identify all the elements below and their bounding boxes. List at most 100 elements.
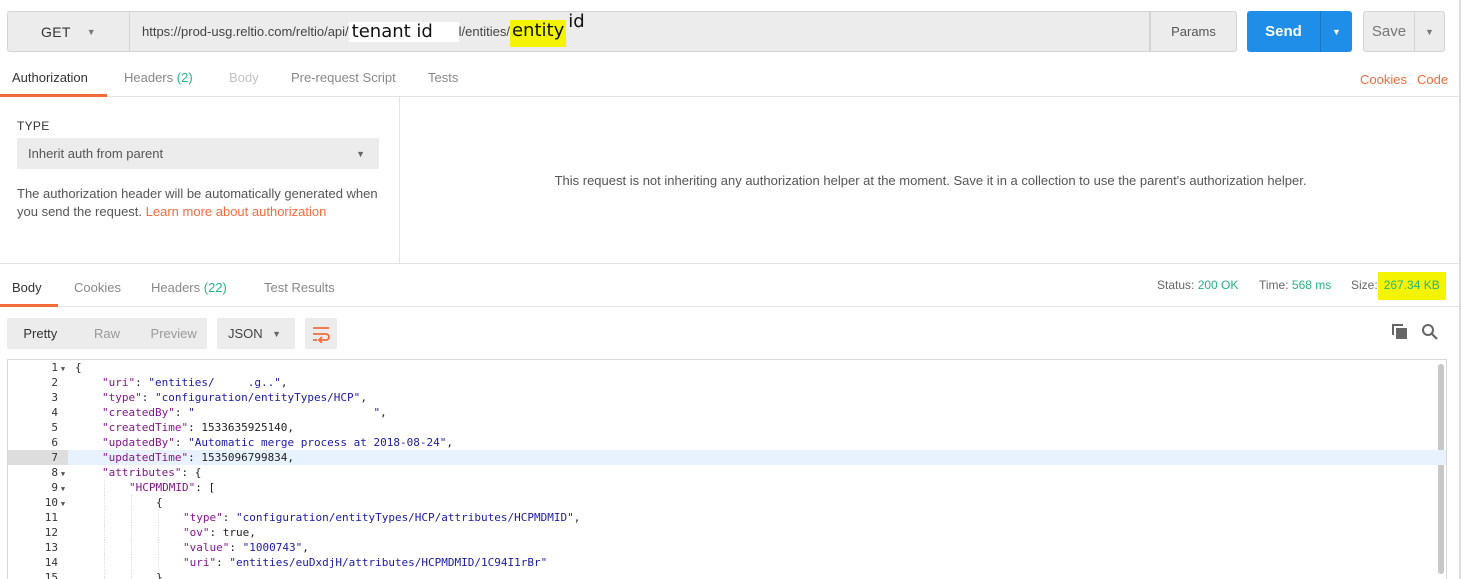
chevron-down-icon: ▼ (272, 328, 281, 339)
params-button[interactable]: Params (1150, 11, 1237, 52)
code-line: 11 "type": "configuration/entityTypes/HCP… (8, 510, 1446, 525)
chevron-down-icon: ▼ (356, 148, 365, 159)
json-token: : (174, 406, 189, 419)
code-text: "updatedTime": 1535096799834, (102, 450, 294, 465)
code-line: 1 ▼ { (8, 360, 1446, 375)
json-token: , (380, 406, 387, 419)
line-number: 2 (51, 376, 58, 389)
tab-authorization[interactable]: Authorization (12, 70, 88, 85)
indent-guide (131, 495, 132, 510)
pretty-button[interactable]: Pretty (7, 318, 74, 349)
line-gutter: 9 ▼ (8, 480, 68, 495)
json-token: , (573, 511, 581, 524)
json-key: "uri" (102, 376, 136, 389)
wrap-lines-button[interactable] (305, 318, 337, 349)
auth-type-label: TYPE (17, 119, 50, 133)
save-dropdown-chevron-icon[interactable]: ▼ (1414, 12, 1444, 51)
line-gutter: 11 (8, 510, 68, 525)
tab-tests[interactable]: Tests (428, 70, 458, 85)
tab-response-cookies[interactable]: Cookies (74, 280, 121, 295)
line-number: 3 (51, 391, 58, 404)
json-key: "updatedTime" (102, 451, 189, 464)
response-actions (1391, 323, 1439, 341)
tab-test-results[interactable]: Test Results (264, 280, 335, 295)
line-number: 6 (51, 436, 58, 449)
learn-more-auth-link[interactable]: Learn more about authorization (146, 204, 327, 219)
indent-guide (104, 555, 105, 570)
status-label: Status: (1157, 278, 1195, 292)
indent-guide (104, 510, 105, 525)
code-line: 7 "updatedTime": 1535096799834, (8, 450, 1446, 465)
json-key: "updatedBy" (102, 436, 175, 449)
view-mode-group: Pretty Raw Preview (7, 318, 207, 349)
copy-icon[interactable] (1391, 323, 1409, 341)
line-gutter: 7 (8, 450, 68, 465)
json-token: : (141, 391, 155, 404)
json-string: " " (188, 406, 381, 419)
tab-headers-label: Headers (124, 70, 174, 85)
line-gutter: 3 (8, 390, 68, 405)
save-button-group: Save ▼ (1363, 11, 1445, 52)
line-gutter: 4 (8, 405, 68, 420)
indent-guide (104, 540, 105, 555)
preview-button[interactable]: Preview (140, 318, 207, 349)
response-body-editor[interactable]: 1 ▼ {2 "uri": "entities/ .g..", 3 "type": "co… (7, 359, 1447, 579)
json-key: "attributes" (102, 466, 182, 479)
json-key: "type" (102, 391, 142, 404)
line-number: 4 (51, 406, 58, 419)
code-line: 2 "uri": "entities/ .g..", (8, 375, 1446, 390)
code-text: }, (156, 570, 169, 579)
json-token: : (229, 541, 243, 554)
format-select[interactable]: JSON ▼ (217, 318, 295, 349)
auth-type-select[interactable]: Inherit auth from parent ▼ (17, 138, 379, 169)
indent-guide (158, 525, 159, 540)
tab-prerequest-script[interactable]: Pre-request Script (291, 70, 396, 85)
code-text: { (75, 360, 82, 375)
tab-body[interactable]: Body (229, 70, 259, 85)
response-tabs: Body Cookies Headers (22) Test Results S… (0, 263, 1461, 307)
indent-guide (131, 510, 132, 525)
line-number: 8 (51, 466, 58, 479)
code-line: 5 "createdTime": 1533635925140, (8, 420, 1446, 435)
code-line: 15}, (8, 570, 1446, 579)
line-gutter: 5 (8, 420, 68, 435)
request-bar: GET ▼ https://prod-usg.reltio.com/reltio… (7, 11, 1237, 52)
cookies-link[interactable]: Cookies (1360, 72, 1407, 87)
code-line: 10 ▼ { (8, 495, 1446, 510)
code-text: "uri": "entities/ .g..", (102, 375, 287, 390)
chevron-down-icon: ▼ (86, 26, 96, 37)
send-dropdown-chevron-icon[interactable]: ▼ (1320, 11, 1352, 52)
time-label: Time: (1259, 278, 1289, 292)
send-button[interactable]: Send (1247, 11, 1320, 52)
json-token: , (280, 376, 288, 389)
save-button[interactable]: Save (1364, 12, 1414, 51)
line-number: 1 (51, 361, 58, 374)
code-link[interactable]: Code (1417, 72, 1448, 87)
line-gutter: 13 (8, 540, 68, 555)
url-input[interactable]: https://prod-usg.reltio.com/reltio/api/t… (129, 11, 1150, 52)
format-value: JSON (228, 326, 263, 341)
time-indicator: Time: 568 ms (1259, 278, 1331, 292)
json-string: "entities/euDxdjH/attributes/HCPMDMID/1C… (229, 556, 548, 569)
search-icon[interactable] (1421, 323, 1439, 341)
url-base: https://prod-usg.reltio.com/reltio/api/ (142, 24, 349, 39)
url-mid: l/entities/ (458, 24, 510, 39)
status-value: 200 OK (1197, 278, 1239, 292)
line-number: 12 (44, 526, 58, 539)
method-select[interactable]: GET ▼ (7, 11, 129, 52)
indent-guide (131, 555, 132, 570)
auth-type-value: Inherit auth from parent (28, 146, 164, 161)
code-line: 13 "value": "1000743", (8, 540, 1446, 555)
tab-response-headers[interactable]: Headers (22) (151, 280, 227, 295)
indent-guide (131, 540, 132, 555)
json-token: { (156, 496, 163, 509)
raw-button[interactable]: Raw (74, 318, 141, 349)
tab-headers[interactable]: Headers (2) (124, 70, 193, 85)
tab-response-body[interactable]: Body (12, 280, 42, 295)
indent-guide (158, 540, 159, 555)
code-text: "ov": true, (183, 525, 256, 540)
code-text: "createdTime": 1533635925140, (102, 420, 294, 435)
line-number: 11 (44, 511, 58, 524)
json-token: : (222, 511, 236, 524)
line-number: 5 (51, 421, 58, 434)
